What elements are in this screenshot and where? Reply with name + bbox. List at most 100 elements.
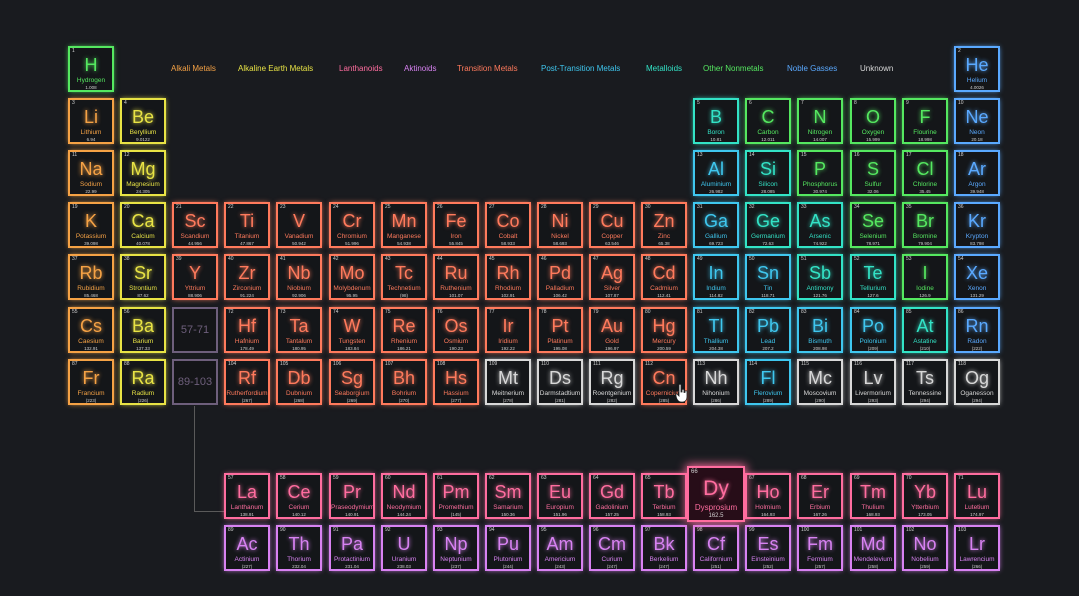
element-cell-radon[interactable]: 86 Rn Radon (222)	[954, 307, 1000, 353]
element-cell-potassium[interactable]: 19 K Potassium 39.098	[68, 202, 114, 248]
element-cell-dysprosium[interactable]: 66 Dy Dysprosium 162.5	[687, 466, 745, 522]
element-cell-neptunium[interactable]: 93 Np Neptunium (237)	[433, 525, 479, 571]
element-cell-tin[interactable]: 50 Sn Tin 118.71	[745, 254, 791, 300]
element-cell-platinum[interactable]: 78 Pt Platinum 195.08	[537, 307, 583, 353]
element-cell-chlorine[interactable]: 17 Cl Chlorine 35.45	[902, 150, 948, 196]
element-cell-polonium[interactable]: 84 Po Polonium (209)	[850, 307, 896, 353]
element-cell-gold[interactable]: 79 Au Gold 196.97	[589, 307, 635, 353]
element-cell-magnesium[interactable]: 12 Mg Magnesium 24.305	[120, 150, 166, 196]
element-cell-curium[interactable]: 96 Cm Curium (247)	[589, 525, 635, 571]
element-cell-oganesson[interactable]: 118 Og Oganesson (294)	[954, 359, 1000, 405]
element-cell-antimony[interactable]: 51 Sb Antimony 121.76	[797, 254, 843, 300]
element-cell-sulfur[interactable]: 16 S Sulfur 32.06	[850, 150, 896, 196]
element-cell-francium[interactable]: 87 Fr Francium (223)	[68, 359, 114, 405]
element-cell-scandium[interactable]: 21 Sc Scandium 44.956	[172, 202, 218, 248]
element-cell-nobelium[interactable]: 102 No Nobelium (259)	[902, 525, 948, 571]
element-cell-boron[interactable]: 5 B Boron 10.81	[693, 98, 739, 144]
element-cell-ytterbium[interactable]: 70 Yb Ytterbium 173.05	[902, 473, 948, 519]
element-cell-protactinium[interactable]: 91 Pa Protactinium 231.04	[329, 525, 375, 571]
element-cell-praseodymium[interactable]: 59 Pr Praseodymium 140.91	[329, 473, 375, 519]
element-cell-berkelium[interactable]: 97 Bk Berkelium (247)	[641, 525, 687, 571]
element-cell-indium[interactable]: 49 In Indium 114.82	[693, 254, 739, 300]
element-cell-rutherfordium[interactable]: 104 Rf Rutherfordium (267)	[224, 359, 270, 405]
element-cell-iron[interactable]: 26 Fe Iron 55.845	[433, 202, 479, 248]
element-cell-barium[interactable]: 56 Ba Barium 137.33	[120, 307, 166, 353]
element-cell-bohrium[interactable]: 107 Bh Bohrium (270)	[381, 359, 427, 405]
element-cell-lead[interactable]: 82 Pb Lead 207.2	[745, 307, 791, 353]
legend-item-metalloid[interactable]: Metalloids	[646, 64, 682, 74]
legend-item-transition[interactable]: Transition Metals	[457, 64, 518, 74]
element-cell-actinium[interactable]: 89 Ac Actinium (227)	[224, 525, 270, 571]
element-cell-tellurium[interactable]: 52 Te Tellurium 127.6	[850, 254, 896, 300]
legend-item-noble[interactable]: Noble Gasses	[787, 64, 837, 74]
element-cell-rhodium[interactable]: 45 Rh Rhodium 102.91	[485, 254, 531, 300]
element-cell-chromium[interactable]: 24 Cr Chromium 51.996	[329, 202, 375, 248]
element-cell-selenium[interactable]: 34 Se Selenium 78.971	[850, 202, 896, 248]
element-cell-phosphorus[interactable]: 15 P Phosphorus 30.974	[797, 150, 843, 196]
element-cell-neodymium[interactable]: 60 Nd Neodymium 144.24	[381, 473, 427, 519]
element-cell-tennessine[interactable]: 117 Ts Tennessine (294)	[902, 359, 948, 405]
element-cell-ruthenium[interactable]: 44 Ru Ruthenium 101.07	[433, 254, 479, 300]
element-cell-vanadium[interactable]: 23 V Vanadium 50.942	[276, 202, 322, 248]
element-cell-silver[interactable]: 47 Ag Silver 107.87	[589, 254, 635, 300]
element-cell-hydrogen[interactable]: 1 H Hydrogen 1.008	[68, 46, 114, 92]
element-cell-hafnium[interactable]: 72 Hf Hafnium 178.49	[224, 307, 270, 353]
element-cell-neon[interactable]: 10 Ne Neon 20.18	[954, 98, 1000, 144]
element-cell-mendelevium[interactable]: 101 Md Mendelevium (258)	[850, 525, 896, 571]
element-cell-lanthanum[interactable]: 57 La Lanthanum 138.91	[224, 473, 270, 519]
element-cell-zinc[interactable]: 30 Zn Zinc 65.38	[641, 202, 687, 248]
legend-item-alkali[interactable]: Alkali Metals	[171, 64, 216, 74]
element-cell-manganese[interactable]: 25 Mn Manganese 54.938	[381, 202, 427, 248]
element-cell-astatine[interactable]: 85 At Astatine (210)	[902, 307, 948, 353]
element-cell-aluminium[interactable]: 13 Al Aluminium 26.982	[693, 150, 739, 196]
element-cell-plutonium[interactable]: 94 Pu Plutonium (244)	[485, 525, 531, 571]
element-cell-gadolinium[interactable]: 64 Gd Gadolinium 157.25	[589, 473, 635, 519]
element-cell-californium[interactable]: 98 Cf Californium (251)	[693, 525, 739, 571]
element-cell-calcium[interactable]: 20 Ca Calcium 40.078	[120, 202, 166, 248]
element-cell-nihonium[interactable]: 113 Nh Nihonium (286)	[693, 359, 739, 405]
element-cell-silicon[interactable]: 14 Si Silicon 28.085	[745, 150, 791, 196]
element-cell-mercury[interactable]: 80 Hg Mercury 200.59	[641, 307, 687, 353]
element-cell-thulium[interactable]: 69 Tm Thulium 168.93	[850, 473, 896, 519]
element-cell-tungsten[interactable]: 74 W Tungsten 183.84	[329, 307, 375, 353]
legend-item-actinoid[interactable]: Aktinoids	[404, 64, 436, 74]
element-cell-caesium[interactable]: 55 Cs Caesium 132.91	[68, 307, 114, 353]
element-cell-cadmium[interactable]: 48 Cd Cadmium 112.41	[641, 254, 687, 300]
legend-item-nonmetal[interactable]: Other Nonmetals	[703, 64, 763, 74]
element-cell-palladium[interactable]: 46 Pd Palladium 106.42	[537, 254, 583, 300]
element-cell-rubidium[interactable]: 37 Rb Rubidium 85.468	[68, 254, 114, 300]
legend-item-alkaline[interactable]: Alkaline Earth Metals	[238, 64, 313, 74]
element-cell-meitnerium[interactable]: 109 Mt Meitnerium (278)	[485, 359, 531, 405]
element-cell-oxygen[interactable]: 8 O Oxygen 15.999	[850, 98, 896, 144]
element-cell-darmstadtium[interactable]: 110 Ds Darmstadtium (281)	[537, 359, 583, 405]
element-cell-bismuth[interactable]: 83 Bi Bismuth 208.98	[797, 307, 843, 353]
element-cell-strontium[interactable]: 38 Sr Strontium 87.62	[120, 254, 166, 300]
element-cell-germanium[interactable]: 32 Ge Germanium 72.63	[745, 202, 791, 248]
element-cell-copper[interactable]: 29 Cu Copper 63.546	[589, 202, 635, 248]
element-cell-thallium[interactable]: 81 Tl Thallium 204.38	[693, 307, 739, 353]
element-cell-niobium[interactable]: 41 Nb Niobium 92.906	[276, 254, 322, 300]
element-cell-helium[interactable]: 2 He Helium 4.0026	[954, 46, 1000, 92]
element-cell-uranium[interactable]: 92 U Uranium 238.03	[381, 525, 427, 571]
element-cell-livermorium[interactable]: 116 Lv Livermorium (293)	[850, 359, 896, 405]
element-cell-arsenic[interactable]: 33 As Arsenic 74.922	[797, 202, 843, 248]
element-cell-nickel[interactable]: 28 Ni Nickel 58.693	[537, 202, 583, 248]
element-cell-technetium[interactable]: 43 Tc Technetium (98)	[381, 254, 427, 300]
element-cell-iodine[interactable]: 53 I Iodine 126.9	[902, 254, 948, 300]
element-cell-beryllium[interactable]: 4 Be Beryllium 9.0122	[120, 98, 166, 144]
element-cell-americium[interactable]: 95 Am Americium (243)	[537, 525, 583, 571]
element-cell-dubnium[interactable]: 105 Db Dubnium (268)	[276, 359, 322, 405]
element-cell-osmium[interactable]: 76 Os Osmium 190.23	[433, 307, 479, 353]
element-cell-lithium[interactable]: 3 Li Lithium 6.94	[68, 98, 114, 144]
element-cell-erbium[interactable]: 68 Er Erbium 167.26	[797, 473, 843, 519]
element-cell-gallium[interactable]: 31 Ga Gallium 69.723	[693, 202, 739, 248]
legend-item-unknown[interactable]: Unknown	[860, 64, 893, 74]
element-cell-thorium[interactable]: 90 Th Thorium 232.04	[276, 525, 322, 571]
element-cell-flerovium[interactable]: 114 Fl Flerovium (289)	[745, 359, 791, 405]
element-cell-zirconium[interactable]: 40 Zr Zirconium 91.224	[224, 254, 270, 300]
element-cell-molybdenum[interactable]: 42 Mo Molybdenum 95.95	[329, 254, 375, 300]
element-cell-flourine[interactable]: 9 F Flourine 18.998	[902, 98, 948, 144]
element-cell-holmium[interactable]: 67 Ho Holmium 164.93	[745, 473, 791, 519]
element-cell-roentgenium[interactable]: 111 Rg Roentgenium (282)	[589, 359, 635, 405]
element-cell-europium[interactable]: 63 Eu Europium 151.96	[537, 473, 583, 519]
